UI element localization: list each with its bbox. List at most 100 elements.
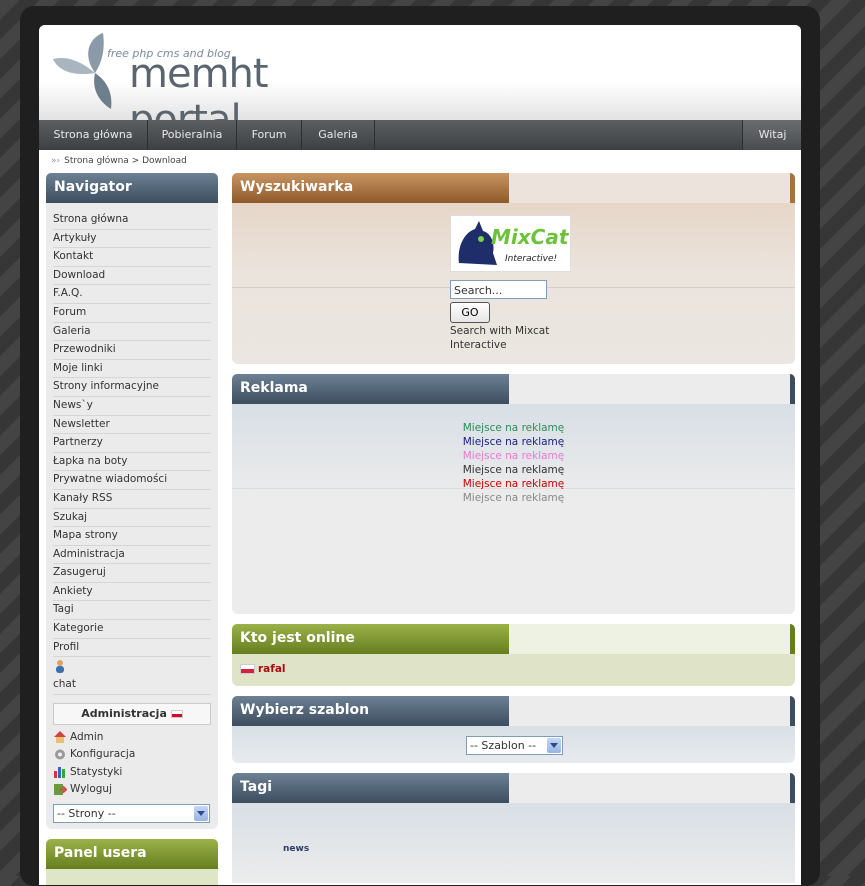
sidebar-item-link[interactable]: Zasugeruj [53, 564, 211, 583]
mixcat-logo[interactable]: MixCat Interactive! [450, 215, 571, 272]
nav-welcome[interactable]: Witaj [742, 120, 801, 150]
mixcat-logo-text: MixCat [491, 225, 569, 249]
mixcat-logo-subtext: Interactive! [505, 254, 558, 264]
admin-header: Administracja [53, 702, 211, 725]
breadcrumb-current: Download [142, 156, 187, 166]
ad-lines: Miejsce na reklamę Miejsce na reklamę Miej… [232, 421, 795, 505]
ad-link[interactable]: Miejsce na reklamę [232, 449, 795, 463]
pages-select-value: -- Strony -- [57, 806, 116, 820]
sidebar-item-link[interactable]: Kategorie [53, 620, 211, 639]
sidebar-item-link[interactable]: Strony informacyjne [53, 378, 211, 397]
tags-box-body: news [232, 803, 795, 883]
online-user[interactable]: rafal [240, 663, 286, 675]
logout-icon [53, 783, 68, 796]
sidebar-item-link[interactable]: Mapa strony [53, 527, 211, 546]
breadcrumb-home[interactable]: Strona główna [64, 156, 129, 166]
panel-user-body [46, 868, 218, 885]
tags-box-header: Tagi [232, 773, 795, 803]
chevron-down-icon [547, 738, 561, 753]
chevron-down-icon [194, 805, 208, 821]
sidebar-item-link[interactable]: News`y [53, 397, 211, 416]
page: free php cms and blog memht portal Stron… [39, 25, 801, 885]
sidebar-item-link[interactable]: Ankiety [53, 583, 211, 602]
header-endcap [790, 624, 795, 654]
header-endcap [790, 173, 795, 203]
online-box: Kto jest online rafal [232, 624, 795, 686]
left-column: Navigator Strona główna Artykuły Kontakt Do… [46, 173, 218, 885]
panel-user-title: Panel usera [46, 838, 218, 869]
sidebar-item-link[interactable]: Download [53, 267, 211, 286]
site-header: free php cms and blog memht portal [39, 25, 801, 143]
admin-item-stats[interactable]: Statystyki [53, 764, 211, 782]
navigator-box: Strona główna Artykuły Kontakt Download F.A.… [46, 203, 218, 829]
ads-box: Reklama Miejsce na reklamę Miejsce na rek… [232, 374, 795, 614]
sidebar-item-link[interactable]: Szukaj [53, 509, 211, 528]
home-icon [53, 730, 67, 744]
header-endcap [790, 374, 795, 404]
navigator-title: Navigator [46, 173, 218, 203]
breadcrumb: »› Strona główna > Download [51, 156, 187, 166]
sidebar-item-link[interactable]: Kontakt [53, 248, 211, 267]
chat-icon[interactable] [53, 657, 211, 676]
sidebar-item-link[interactable]: Newsletter [53, 416, 211, 435]
navigator-links: Strona główna Artykuły Kontakt Download F.A.… [53, 211, 211, 658]
flag-pl-icon [170, 709, 183, 718]
sidebar-item-link[interactable]: Strona główna [53, 211, 211, 230]
search-go-button[interactable]: GO [450, 302, 490, 323]
ads-box-header: Reklama [232, 374, 795, 404]
sidebar-item-link[interactable]: Łapka na boty [53, 453, 211, 472]
online-user-name: rafal [258, 663, 286, 675]
ad-link[interactable]: Miejsce na reklamę [232, 491, 795, 505]
ad-link[interactable]: Miejsce na reklamę [232, 435, 795, 449]
sidebar-item-link[interactable]: Administracja [53, 546, 211, 565]
sidebar-item-link[interactable]: F.A.Q. [53, 285, 211, 304]
gear-icon [53, 748, 67, 761]
sidebar-item-chat[interactable]: chat [53, 676, 211, 695]
sidebar-item-link[interactable]: Forum [53, 304, 211, 323]
nav-forum[interactable]: Forum [237, 120, 302, 150]
sidebar-item-link[interactable]: Galeria [53, 323, 211, 342]
pages-select[interactable]: -- Strony -- [53, 803, 210, 823]
sidebar-item-link[interactable]: Partnerzy [53, 434, 211, 453]
ad-link[interactable]: Miejsce na reklamę [232, 463, 795, 477]
admin-item-config[interactable]: Konfiguracja [53, 746, 211, 764]
search-input[interactable]: Search... [450, 280, 547, 299]
search-box-body: MixCat Interactive! Search... GO Search … [232, 203, 795, 364]
sidebar-item-link[interactable]: Tagi [53, 601, 211, 621]
nav-downloads[interactable]: Pobieralnia [148, 120, 237, 150]
ads-box-body: Miejsce na reklamę Miejsce na reklamę Miej… [232, 404, 795, 614]
ads-box-title: Reklama [232, 374, 509, 404]
admin-item-logout[interactable]: Wyloguj [53, 781, 211, 799]
admin-item-admin[interactable]: Admin [53, 729, 211, 747]
sidebar-item-link[interactable]: Profil [53, 639, 211, 658]
tag-link[interactable]: news [283, 844, 309, 854]
site-logo[interactable]: free php cms and blog memht portal [51, 33, 351, 143]
breadcrumb-arrow-icon: »› [51, 156, 61, 166]
flag-pl-icon [240, 664, 255, 674]
online-box-title: Kto jest online [232, 624, 509, 654]
ad-link[interactable]: Miejsce na reklamę [232, 421, 795, 435]
sidebar-item-link[interactable]: Kanały RSS [53, 490, 211, 509]
nav-home[interactable]: Strona główna [39, 120, 148, 150]
sidebar-item-link[interactable]: Prywatne wiadomości [53, 471, 211, 490]
admin-title: Administracja [81, 706, 167, 720]
admin-item-label: Wyloguj [70, 783, 112, 796]
search-caption: Search with Mixcat Interactive [450, 324, 549, 352]
sidebar-item-link[interactable]: Moje linki [53, 360, 211, 379]
nav-gallery[interactable]: Galeria [302, 120, 375, 150]
theme-box-header: Wybierz szablon [232, 696, 795, 726]
online-box-header: Kto jest online [232, 624, 795, 654]
main-column: Wyszukiwarka MixCat Interactive! Search.… [232, 173, 795, 885]
sidebar-item-link[interactable]: Artykuły [53, 230, 211, 249]
admin-item-label: Statystyki [70, 765, 123, 778]
top-nav: Strona główna Pobieralnia Forum Galeria … [39, 120, 801, 150]
sidebar-item-link[interactable]: Przewodniki [53, 341, 211, 360]
theme-box-title: Wybierz szablon [232, 696, 509, 726]
ad-link[interactable]: Miejsce na reklamę [232, 477, 795, 491]
theme-select[interactable]: -- Szablon -- [466, 736, 563, 755]
header-endcap [790, 773, 795, 803]
theme-box-body: -- Szablon -- [232, 726, 795, 763]
search-box-title: Wyszukiwarka [232, 173, 509, 203]
breadcrumb-separator: > [131, 156, 140, 166]
theme-select-value: -- Szablon -- [470, 739, 537, 752]
